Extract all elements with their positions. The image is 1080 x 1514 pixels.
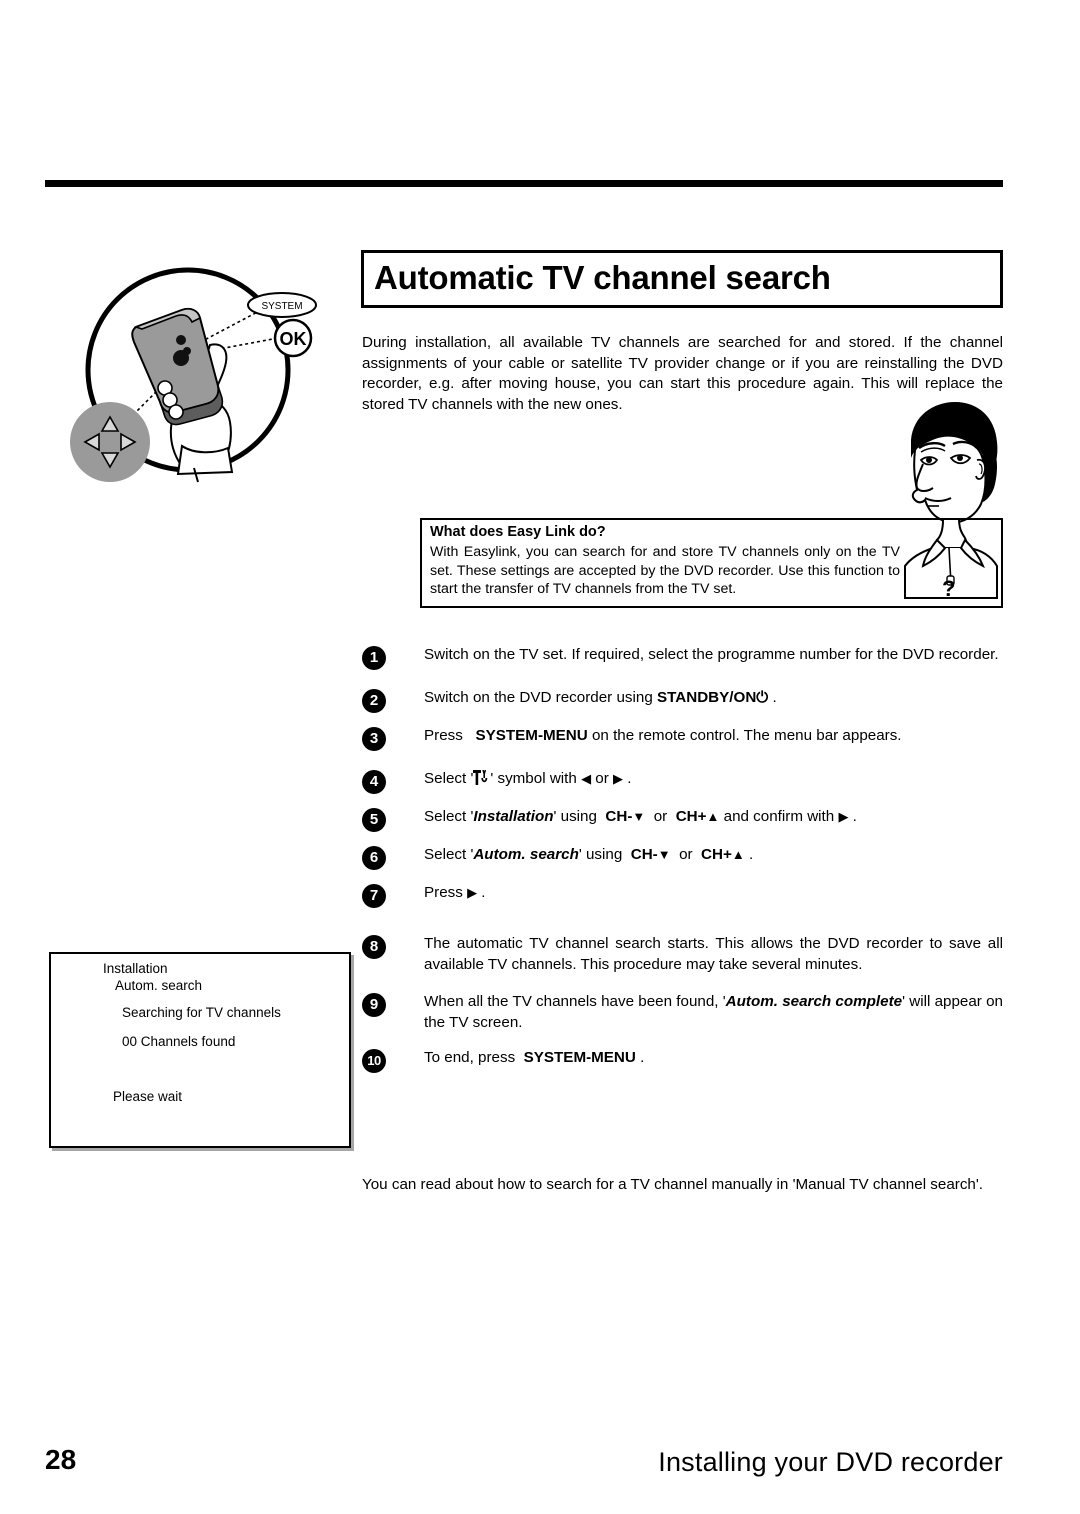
step-item: 4 Select ' ' symbol with ◀ or ▶ . — [362, 769, 1003, 795]
with-word: with — [549, 770, 577, 787]
autom-search-complete-b: complete — [835, 993, 903, 1010]
step-text: Select 'Autom. search' using CH-▼ or CH+… — [424, 846, 754, 863]
select-word: Select — [424, 846, 467, 863]
using-word: using — [560, 808, 597, 825]
easylink-heading: What does Easy Link do? — [430, 524, 606, 540]
easylink-body: With Easylink, you can search for and st… — [430, 544, 900, 597]
right-arrow-icon: ▶ — [467, 885, 478, 900]
or-word: or — [595, 770, 609, 787]
step-number-badge: 10 — [362, 1049, 386, 1073]
standby-on-key: STANDBY/ON — [657, 689, 757, 706]
step-number-badge: 1 — [362, 646, 386, 670]
select-word: Select — [424, 770, 467, 787]
select-word: Select — [424, 808, 467, 825]
tv-line-please-wait: Please wait — [113, 1089, 183, 1104]
step-item: 3 Press SYSTEM-MENU on the remote contro… — [362, 726, 1003, 752]
page-title: Automatic TV channel search — [374, 259, 831, 296]
step-text: Press SYSTEM-MENU on the remote control.… — [424, 726, 1003, 747]
period: . — [627, 770, 632, 787]
header-rule — [45, 180, 1003, 187]
right-arrow-icon: ▶ — [838, 809, 849, 824]
system-menu-key: SYSTEM-MENU — [475, 727, 588, 744]
tv-line-autom-search: Autom. search — [115, 978, 203, 993]
step-item: 7 Press ▶ . — [362, 883, 1003, 909]
step-text: Select ' ' symbol with ◀ or ▶ . — [424, 770, 632, 787]
press-word: Press — [424, 884, 463, 901]
ch-minus-key: CH- — [605, 808, 633, 825]
ch-plus-key: CH+ — [675, 808, 707, 825]
symbol-word: symbol — [497, 770, 546, 787]
down-arrow-icon: ▼ — [657, 847, 671, 862]
remote-system-label: SYSTEM — [261, 301, 302, 312]
down-arrow-icon: ▼ — [632, 809, 646, 824]
period: . — [481, 884, 486, 901]
step-item: 1 Switch on the TV set. If required, sel… — [362, 645, 1003, 671]
step2-lead: Switch on the DVD recorder using — [424, 689, 653, 706]
tv-screen-mockup: Installation Autom. search Searching for… — [49, 952, 351, 1148]
step-number-badge: 8 — [362, 935, 386, 959]
step-text: Press ▶ . — [424, 883, 1003, 904]
autom-search-complete-a: Autom. search — [725, 993, 832, 1010]
page-title-box: Automatic TV channel search — [361, 250, 1003, 308]
page-number: 28 — [45, 1444, 77, 1475]
instruction-steps-list: 1 Switch on the TV set. If required, sel… — [362, 645, 1003, 1074]
step-item: 10 To end, press SYSTEM-MENU . — [362, 1048, 1003, 1074]
confirm-phrase: and confirm with — [723, 808, 835, 825]
installation-menu-item: Installation — [473, 808, 554, 825]
easylink-info-box: What does Easy Link do? With Easylink, y… — [420, 518, 1003, 608]
step3-tail: on the remote control. The menu bar appe… — [591, 727, 902, 744]
step-item: 8 The automatic TV channel search starts… — [362, 934, 1003, 975]
step-text: Switch on the DVD recorder using STANDBY… — [424, 689, 777, 706]
ch-minus-key: CH- — [630, 846, 658, 863]
closing-note: You can read about how to search for a T… — [362, 1176, 983, 1193]
step-item: 2 Switch on the DVD recorder using STAND… — [362, 688, 1003, 714]
period: . — [640, 1049, 645, 1066]
question-mark-icon: ? — [942, 576, 956, 601]
step-item: 6 Select 'Autom. search' using CH-▼ or C… — [362, 845, 1003, 871]
step9-lead: When all the TV channels have been found… — [424, 993, 726, 1010]
ch-plus-key: CH+ — [701, 846, 732, 863]
or-word: or — [653, 808, 668, 825]
step-item: 9 When all the TV channels have been fou… — [362, 992, 1003, 1033]
step-text: Switch on the TV set. If required, selec… — [424, 646, 999, 663]
or-word: or — [679, 846, 693, 863]
step-number-badge: 4 — [362, 770, 386, 794]
remote-ok-label: OK — [280, 329, 307, 349]
to-end-press-phrase: To end, press — [424, 1049, 516, 1066]
right-arrow-icon: ▶ — [613, 771, 624, 786]
step-text: The automatic TV channel search starts. … — [424, 935, 1003, 973]
step-text: When all the TV channels have been found… — [424, 992, 1003, 1033]
installation-tools-icon — [473, 770, 490, 785]
step-number-badge: 7 — [362, 884, 386, 908]
tv-line-searching: Searching for TV channels — [122, 1005, 281, 1020]
remote-control-illustration: SYSTEM OK — [70, 250, 320, 500]
up-arrow-icon: ▲ — [706, 809, 720, 824]
step-number-badge: 3 — [362, 727, 386, 751]
period: . — [852, 808, 857, 825]
left-arrow-icon: ◀ — [581, 771, 592, 786]
press-word: Press — [424, 727, 463, 744]
step-number-badge: 2 — [362, 689, 386, 713]
autom-search-menu-item: Autom. search — [473, 846, 579, 863]
period: . — [772, 689, 777, 706]
step-text: To end, press SYSTEM-MENU . — [424, 1048, 1003, 1069]
step-text: Select 'Installation' using CH-▼ or CH+▲… — [424, 808, 857, 825]
system-menu-key: SYSTEM-MENU — [523, 1049, 636, 1066]
period: . — [748, 846, 754, 863]
step-number-badge: 5 — [362, 808, 386, 832]
footer-section-title: Installing your DVD recorder — [658, 1447, 1003, 1477]
tv-line-channels-found: 00 Channels found — [122, 1034, 236, 1049]
up-arrow-icon: ▲ — [731, 847, 745, 862]
step-number-badge: 9 — [362, 993, 386, 1017]
tv-line-installation: Installation — [103, 961, 168, 976]
using-word: using — [585, 846, 623, 863]
step-number-badge: 6 — [362, 846, 386, 870]
step-item: 5 Select 'Installation' using CH-▼ or CH… — [362, 807, 1003, 833]
